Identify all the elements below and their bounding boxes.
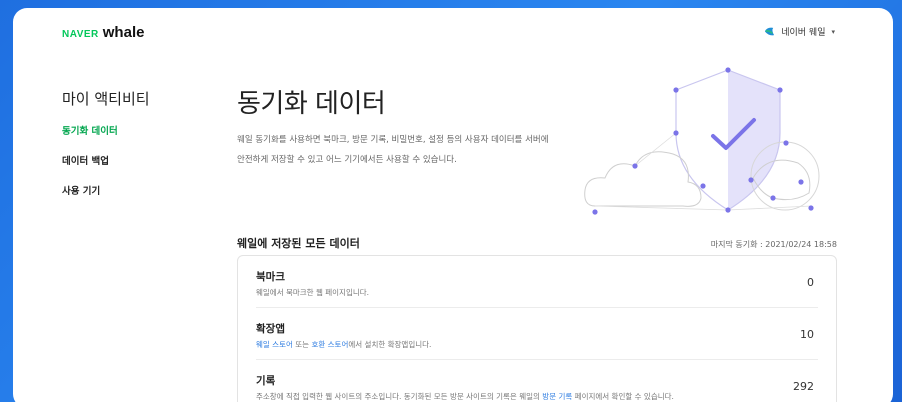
row-count: 10 <box>800 328 814 341</box>
sidebar-item-sync-data[interactable]: 동기화 데이터 <box>62 123 202 137</box>
row-description: 웨일 스토어 또는 호환 스토어에서 설치한 확장앱입니다. <box>256 339 818 350</box>
page-description: 웨일 동기화를 사용하면 북마크, 방문 기록, 비밀번호, 설정 등의 사용자… <box>237 130 577 170</box>
last-sync-time: 마지막 동기화 : 2021/02/24 18:58 <box>710 240 837 249</box>
sidebar-heading: 마이 액티비티 <box>62 90 150 108</box>
row-description-text: 페이지에서 확인할 수 있습니다. <box>572 392 674 401</box>
row-description: 주소창에 직접 입력한 웹 사이트의 주소입니다. 동기화된 모든 방문 사이트… <box>256 391 818 402</box>
data-section-title: 웨일에 저장된 모든 데이터 <box>237 237 360 250</box>
whale-store-link[interactable]: 웨일 스토어 <box>256 340 293 349</box>
sync-shield-illustration <box>584 67 820 215</box>
account-name: 네이버 웨일 <box>781 28 826 38</box>
row-description-text: 웨일에서 북마크한 웹 페이지입니다. <box>256 288 370 297</box>
row-description: 웨일에서 북마크한 웹 페이지입니다. <box>256 287 818 298</box>
naver-whale-logo[interactable]: NAVER whale <box>62 24 144 42</box>
description-line-1: 웨일 동기화를 사용하면 북마크, 방문 기록, 비밀번호, 설정 등의 사용자… <box>237 135 549 145</box>
page-window: NAVER whale 네이버 웨일 ▾ 마이 액티비티 동기화 데이터 데이터… <box>13 8 893 402</box>
data-row-extensions[interactable]: 확장앱 웨일 스토어 또는 호환 스토어에서 설치한 확장앱입니다. 10 <box>256 308 818 360</box>
data-section-header: 웨일에 저장된 모든 데이터 마지막 동기화 : 2021/02/24 18:5… <box>237 235 837 251</box>
logo-whale-text: whale <box>102 24 145 41</box>
row-name: 기록 <box>256 375 276 387</box>
data-row-history[interactable]: 기록 주소창에 직접 입력한 웹 사이트의 주소입니다. 동기화된 모든 방문 … <box>256 360 818 402</box>
row-description-text: 에서 설치한 확장앱입니다. <box>348 340 432 349</box>
row-name: 확장앱 <box>256 323 285 335</box>
row-name: 북마크 <box>256 271 285 283</box>
row-description-text: 주소창에 직접 입력한 웹 사이트의 주소입니다. 동기화된 모든 방문 사이트… <box>256 392 543 401</box>
sidebar: 마이 액티비티 동기화 데이터 데이터 백업 사용 기기 <box>62 88 202 213</box>
whale-avatar-icon <box>765 27 775 36</box>
visit-history-link[interactable]: 방문 기록 <box>542 392 572 401</box>
row-count: 0 <box>807 276 814 289</box>
sidebar-item-data-backup[interactable]: 데이터 백업 <box>62 153 202 167</box>
description-line-2: 안전하게 저장할 수 있고 어느 기기에서든 사용할 수 있습니다. <box>237 155 457 165</box>
logo-naver-text: NAVER <box>62 29 99 40</box>
sidebar-item-devices[interactable]: 사용 기기 <box>62 183 202 197</box>
data-row-bookmarks[interactable]: 북마크 웨일에서 북마크한 웹 페이지입니다. 0 <box>256 256 818 308</box>
account-menu[interactable]: 네이버 웨일 ▾ <box>764 25 835 38</box>
compatible-store-link[interactable]: 호환 스토어 <box>311 340 348 349</box>
row-count: 292 <box>793 380 814 393</box>
row-description-text: 또는 <box>292 340 312 349</box>
chevron-down-icon: ▾ <box>831 27 835 36</box>
synced-data-list: 북마크 웨일에서 북마크한 웹 페이지입니다. 0 확장앱 웨일 스토어 또는 … <box>237 255 837 402</box>
page-title: 동기화 데이터 <box>237 89 386 119</box>
